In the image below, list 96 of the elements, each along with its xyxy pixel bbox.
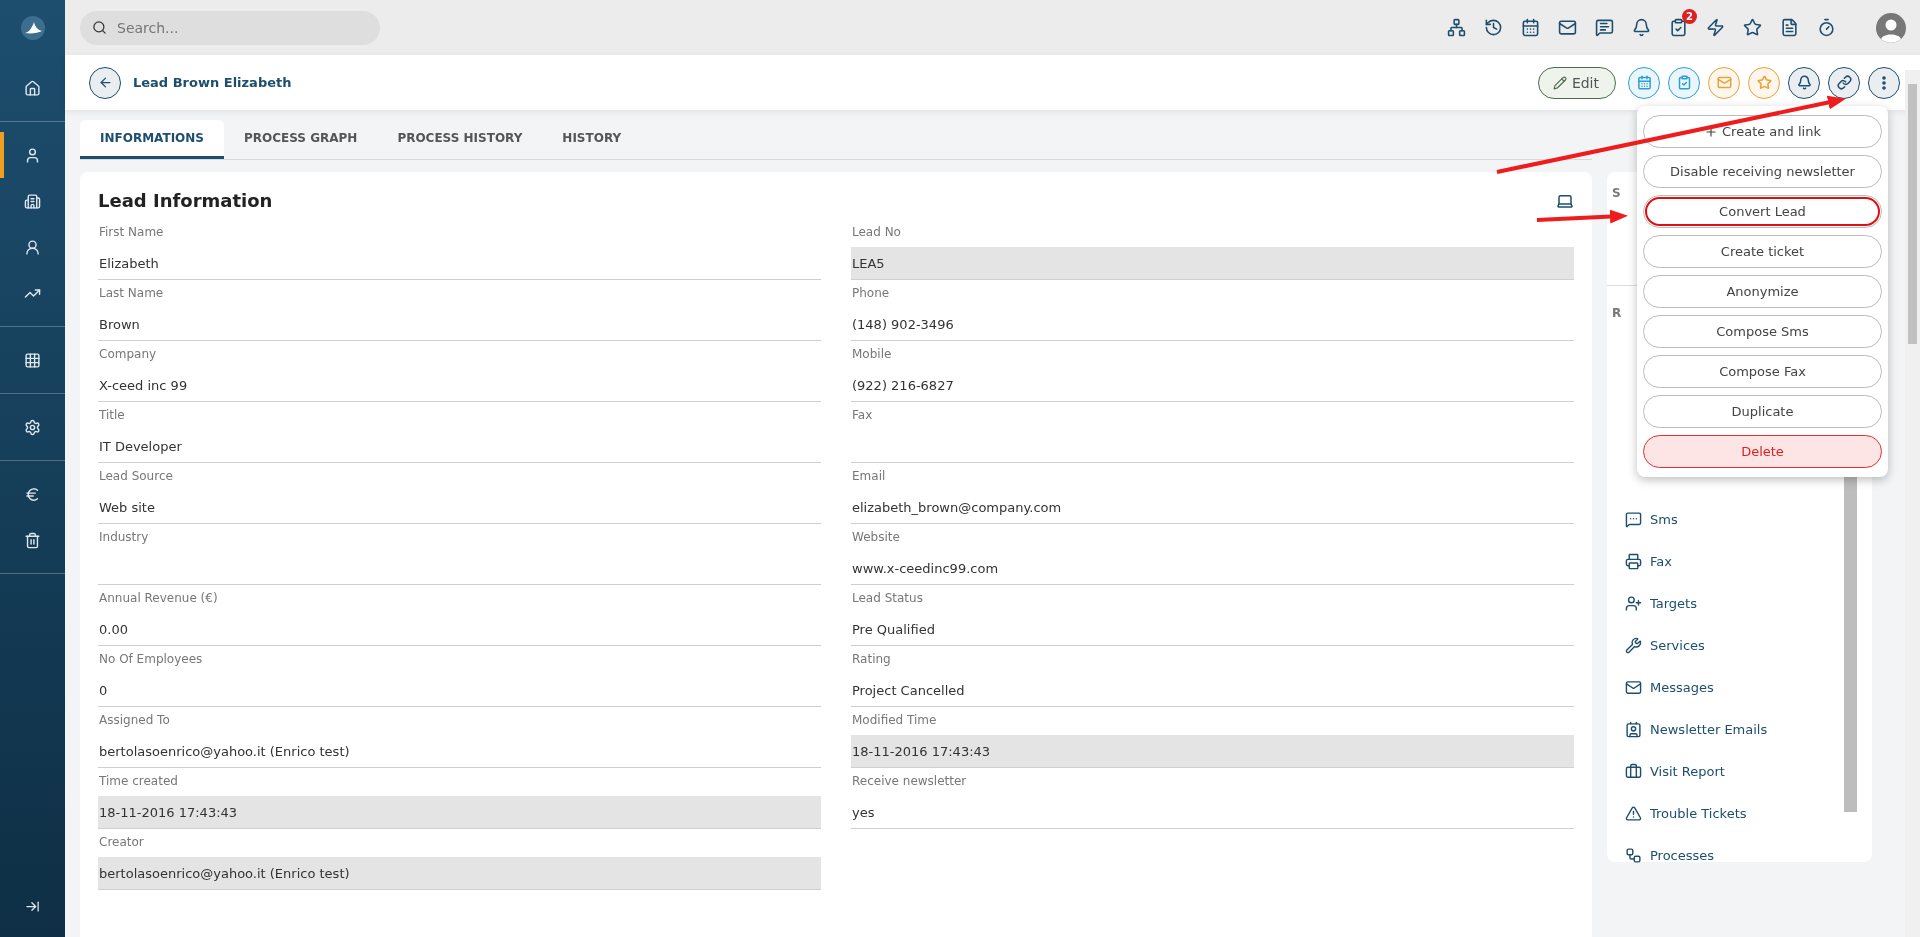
user-plus-icon	[1625, 594, 1642, 612]
field-label: No Of Employees	[98, 651, 204, 668]
scrollbar[interactable]	[1905, 70, 1920, 937]
star-icon	[1743, 18, 1762, 37]
field-label: Time created	[98, 773, 179, 790]
edit-button[interactable]: Edit	[1537, 66, 1616, 99]
bell-button[interactable]	[1788, 66, 1820, 99]
menu-item[interactable]: Anonymize	[1643, 275, 1882, 308]
field-label: Modified Time	[851, 712, 938, 729]
section-heading: S	[1612, 186, 1621, 200]
related-item[interactable]: Messages	[1625, 666, 1714, 708]
tab[interactable]: PROCESS HISTORY	[377, 120, 543, 159]
menu-item[interactable]: Compose Fax	[1643, 355, 1882, 388]
menu-item[interactable]: Convert Lead	[1643, 195, 1882, 228]
menu-item[interactable]: Create ticket	[1643, 235, 1882, 268]
related-item[interactable]: Targets	[1625, 582, 1697, 624]
field-label: Annual Revenue (€)	[98, 590, 219, 607]
pencil-icon	[1552, 75, 1567, 90]
search-icon	[92, 20, 107, 35]
menu-item[interactable]: Disable receiving newsletter	[1643, 155, 1882, 188]
field-label: Industry	[98, 529, 150, 546]
field-label: First Name	[98, 224, 165, 241]
chat-icon	[1625, 510, 1642, 528]
related-item[interactable]: Newsletter Emails	[1625, 708, 1768, 750]
field-label: Lead Status	[851, 590, 924, 607]
related-item[interactable]: Visit Report	[1625, 750, 1725, 792]
related-item[interactable]: Services	[1625, 624, 1705, 666]
bell-icon	[1632, 18, 1651, 37]
field-label: Company	[98, 346, 158, 363]
lightning-icon	[1706, 18, 1725, 37]
field-label: Receive newsletter	[851, 773, 968, 790]
menu-item[interactable]: Create and link	[1643, 115, 1882, 148]
field-label: Lead Source	[98, 468, 174, 485]
star-button[interactable]	[1748, 66, 1780, 99]
mail-icon	[1625, 678, 1642, 696]
field-label: Phone	[851, 285, 891, 302]
mail-icon	[1558, 18, 1577, 37]
link-button[interactable]	[1828, 66, 1860, 99]
tab[interactable]: PROCESS GRAPH	[224, 120, 378, 159]
history-icon	[1484, 18, 1503, 37]
card-title: Lead Information	[98, 190, 273, 211]
tab[interactable]: INFORMATIONS	[80, 120, 224, 159]
related-item[interactable]: Sms	[1625, 498, 1678, 540]
field-value: 18-11-2016 17:43:43	[98, 796, 821, 828]
menu-item[interactable]: Duplicate	[1643, 395, 1882, 428]
notification-badge: 2	[1682, 9, 1697, 24]
printer-icon	[1625, 552, 1642, 570]
stopwatch-icon	[1817, 18, 1836, 37]
field-label: Rating	[851, 651, 892, 668]
menu-item[interactable]: Delete	[1643, 435, 1882, 468]
wrench-icon	[1625, 636, 1642, 654]
related-item[interactable]: Fax	[1625, 540, 1672, 582]
page-title: Lead Brown Elizabeth	[133, 75, 292, 90]
field-label: Creator	[98, 834, 145, 851]
field-label: Email	[851, 468, 887, 485]
field-value: bertolasoenrico@yahoo.it (Enrico test)	[98, 857, 821, 889]
field-label: Title	[98, 407, 126, 424]
field-label: Lead No	[851, 224, 902, 241]
calendar-button[interactable]	[1628, 66, 1660, 99]
tab[interactable]: HISTORY	[542, 120, 642, 159]
field-label: Mobile	[851, 346, 893, 363]
warning-icon	[1625, 804, 1642, 822]
id-card-icon	[1625, 720, 1642, 738]
document-icon	[1780, 18, 1799, 37]
trash-icon	[24, 531, 41, 549]
field-label: Assigned To	[98, 712, 171, 729]
contact-icon	[24, 238, 41, 256]
avatar-icon[interactable]	[1876, 12, 1906, 43]
menu-item[interactable]: Compose Sms	[1643, 315, 1882, 348]
logo-icon	[19, 14, 46, 41]
field-label: Fax	[851, 407, 874, 424]
hierarchy-icon	[1625, 846, 1642, 864]
task-button[interactable]	[1668, 66, 1700, 99]
search-input[interactable]: Search...	[115, 18, 368, 37]
toolbar-button[interactable]: 2	[1669, 9, 1697, 37]
field-value: 18-11-2016 17:43:43	[851, 735, 1574, 767]
briefcase-icon	[1625, 762, 1642, 780]
more-button[interactable]	[1868, 66, 1900, 99]
field-label: Last Name	[98, 285, 165, 302]
calendar-icon	[1521, 18, 1540, 37]
grid-icon	[24, 351, 41, 369]
back-button[interactable]	[89, 66, 121, 99]
search-field[interactable]: Search...	[80, 10, 380, 45]
field-value: LEA5	[851, 247, 1574, 279]
settings-icon	[24, 418, 41, 436]
hierarchy-icon	[1447, 18, 1466, 37]
person-icon	[24, 146, 41, 164]
related-item[interactable]: Trouble Tickets	[1625, 792, 1747, 834]
section-heading: R	[1612, 306, 1622, 320]
euro-icon	[24, 485, 41, 503]
related-item[interactable]: Processes	[1625, 834, 1715, 876]
home-icon	[24, 79, 41, 97]
clipboard-check-icon	[1669, 18, 1688, 37]
field-label: Website	[851, 529, 901, 546]
building-icon	[24, 192, 41, 210]
chat-icon	[1595, 18, 1614, 37]
